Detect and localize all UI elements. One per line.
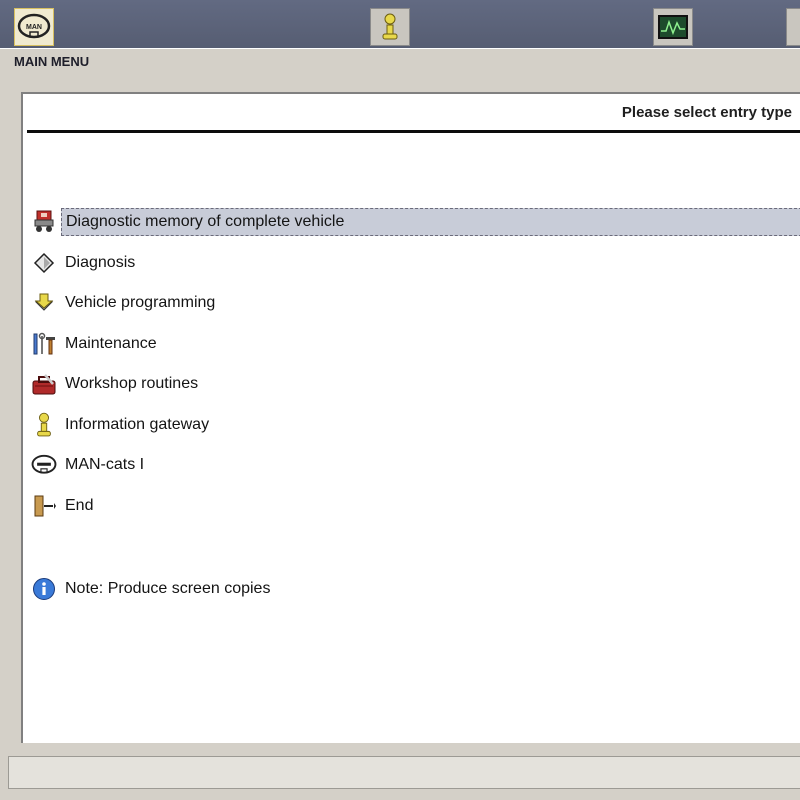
menu-item-diagnostic-memory[interactable]: Diagnostic memory of complete vehicle bbox=[31, 208, 800, 236]
oscilloscope-icon bbox=[658, 15, 688, 39]
entry-type-prompt: Please select entry type bbox=[621, 104, 792, 121]
measurement-button[interactable] bbox=[653, 8, 693, 46]
man-logo-button[interactable]: MAN bbox=[14, 8, 54, 46]
menu-item-label: Vehicle programming bbox=[65, 294, 216, 311]
menu-item-man-cats[interactable]: MAN-cats I bbox=[31, 451, 800, 479]
menu-item-label: Information gateway bbox=[65, 416, 210, 433]
header-divider bbox=[27, 130, 800, 133]
info-circle-icon bbox=[31, 576, 57, 602]
window-titlebar: MAIN MENU bbox=[0, 48, 800, 74]
status-bar bbox=[8, 756, 800, 789]
info-person-icon bbox=[31, 412, 57, 438]
menu-item-label: Workshop routines bbox=[65, 375, 199, 392]
window-title: MAIN MENU bbox=[14, 54, 90, 69]
top-toolbar: MAN bbox=[0, 0, 800, 48]
menu-item-label: Maintenance bbox=[65, 335, 157, 352]
toolbox-icon bbox=[31, 371, 57, 397]
menu-item-diagnosis[interactable]: Diagnosis bbox=[31, 249, 800, 277]
menu-item-label: End bbox=[65, 497, 94, 514]
menu-item-label: MAN-cats I bbox=[65, 456, 145, 473]
note-label: Note: Produce screen copies bbox=[65, 580, 271, 597]
programming-arrow-icon bbox=[31, 290, 57, 316]
man-logo-icon bbox=[31, 452, 57, 478]
menu-item-maintenance[interactable]: Maintenance bbox=[31, 330, 800, 358]
menu-item-label: Diagnosis bbox=[65, 254, 136, 271]
menu-item-end[interactable]: End bbox=[31, 492, 800, 520]
main-menu-panel: Please select entry type Diagnostic memo… bbox=[21, 92, 800, 743]
diamond-icon bbox=[31, 250, 57, 276]
menu-item-vehicle-programming[interactable]: Vehicle programming bbox=[31, 289, 800, 317]
truck-diagnostic-icon bbox=[31, 209, 57, 235]
tools-icon bbox=[31, 331, 57, 357]
svg-text:MAN: MAN bbox=[26, 24, 42, 31]
exit-door-icon bbox=[31, 493, 57, 519]
partial-button[interactable] bbox=[786, 8, 800, 46]
menu-item-information-gateway[interactable]: Information gateway bbox=[31, 411, 800, 439]
information-button[interactable] bbox=[370, 8, 410, 46]
man-logo-icon: MAN bbox=[17, 13, 51, 39]
note-screen-copies[interactable]: Note: Produce screen copies bbox=[31, 575, 800, 603]
menu-item-workshop-routines[interactable]: Workshop routines bbox=[31, 370, 800, 398]
window-footer bbox=[0, 790, 800, 800]
menu-item-label: Diagnostic memory of complete vehicle bbox=[61, 208, 800, 236]
info-person-icon bbox=[382, 13, 398, 40]
